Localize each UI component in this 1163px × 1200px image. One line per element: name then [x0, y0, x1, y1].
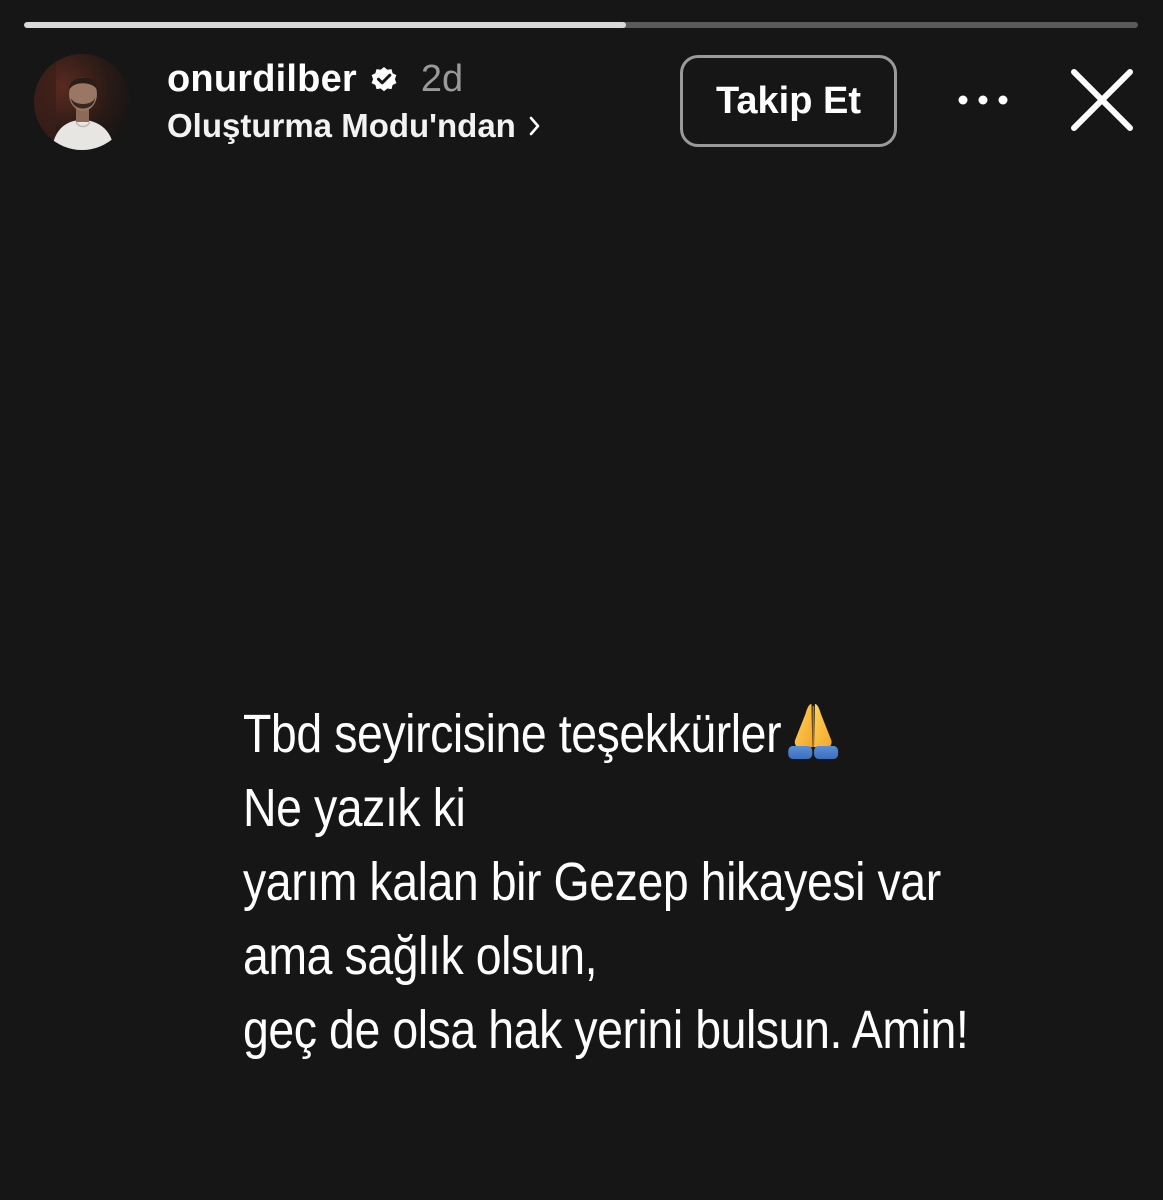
story-text: Tbd seyircisine teşekkürler Ne yazık ki … [243, 697, 1000, 1067]
follow-button[interactable]: Takip Et [680, 55, 897, 147]
verified-badge-icon [369, 64, 399, 94]
subtitle-link[interactable]: Oluşturma Modu'ndan [167, 104, 544, 148]
username[interactable]: onurdilber [167, 58, 357, 101]
story-line-4: ama sağlık olsun, [243, 926, 598, 986]
chevron-right-icon [526, 114, 544, 138]
close-icon[interactable] [1068, 66, 1136, 134]
story-progress-bar [24, 22, 1138, 28]
story-header-user: onurdilber 2d Oluşturma Modu'ndan [167, 56, 544, 148]
story-line-2: Ne yazık ki [243, 778, 466, 838]
name-row: onurdilber 2d [167, 56, 544, 102]
subtitle-text: Oluşturma Modu'ndan [167, 107, 516, 144]
avatar[interactable] [34, 54, 130, 150]
story-viewer[interactable]: onurdilber 2d Oluşturma Modu'ndan Takip … [0, 0, 1163, 1200]
more-dots-icon[interactable] [955, 80, 1011, 120]
story-line-5: geç de olsa hak yerini bulsun. Amin! [243, 1000, 969, 1060]
story-line-1: Tbd seyircisine teşekkürler [243, 697, 1000, 771]
folded-hands-emoji-icon [783, 700, 843, 762]
story-progress-fill [24, 22, 626, 28]
story-line-3: yarım kalan bir Gezep hikayesi var [243, 852, 941, 912]
story-line-1-text: Tbd seyircisine teşekkürler [243, 704, 782, 764]
post-time: 2d [420, 57, 464, 100]
